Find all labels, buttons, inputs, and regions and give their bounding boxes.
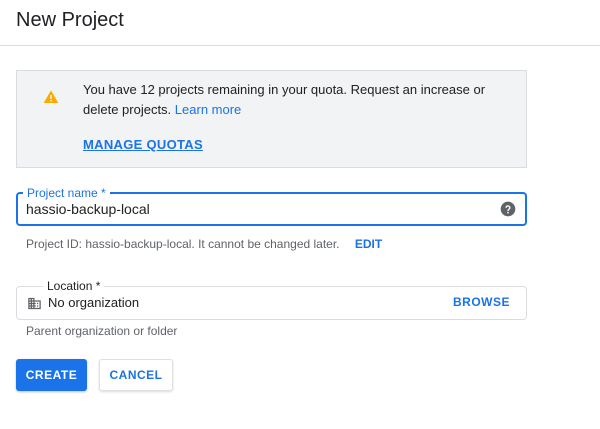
location-label: Location * bbox=[43, 278, 105, 294]
location-value: No organization bbox=[48, 295, 140, 310]
quota-message: You have 12 projects remaining in your q… bbox=[83, 82, 486, 117]
quota-notice: You have 12 projects remaining in your q… bbox=[16, 70, 527, 168]
page-header: New Project bbox=[0, 0, 600, 46]
project-name-input[interactable] bbox=[26, 200, 496, 218]
learn-more-link[interactable]: Learn more bbox=[175, 102, 241, 117]
project-name-label: Project name * bbox=[23, 185, 110, 201]
edit-project-id-button[interactable]: EDIT bbox=[355, 237, 382, 251]
location-hint: Parent organization or folder bbox=[26, 324, 178, 338]
manage-quotas-link[interactable]: MANAGE QUOTAS bbox=[83, 137, 203, 152]
project-id-hint: Project ID: hassio-backup-local. It cann… bbox=[26, 237, 382, 251]
browse-button[interactable]: BROWSE bbox=[453, 295, 510, 309]
create-button[interactable]: CREATE bbox=[16, 359, 87, 391]
location-field[interactable]: Location * No organization BROWSE bbox=[16, 278, 527, 320]
warning-icon bbox=[43, 90, 59, 103]
building-icon bbox=[28, 297, 41, 310]
project-name-field[interactable]: Project name * bbox=[16, 185, 527, 226]
help-icon[interactable] bbox=[500, 201, 516, 217]
cancel-button[interactable]: CANCEL bbox=[99, 359, 173, 391]
page-title: New Project bbox=[16, 9, 124, 31]
project-id-text: Project ID: hassio-backup-local. It cann… bbox=[26, 237, 340, 251]
quota-notice-text: You have 12 projects remaining in your q… bbox=[83, 80, 503, 120]
